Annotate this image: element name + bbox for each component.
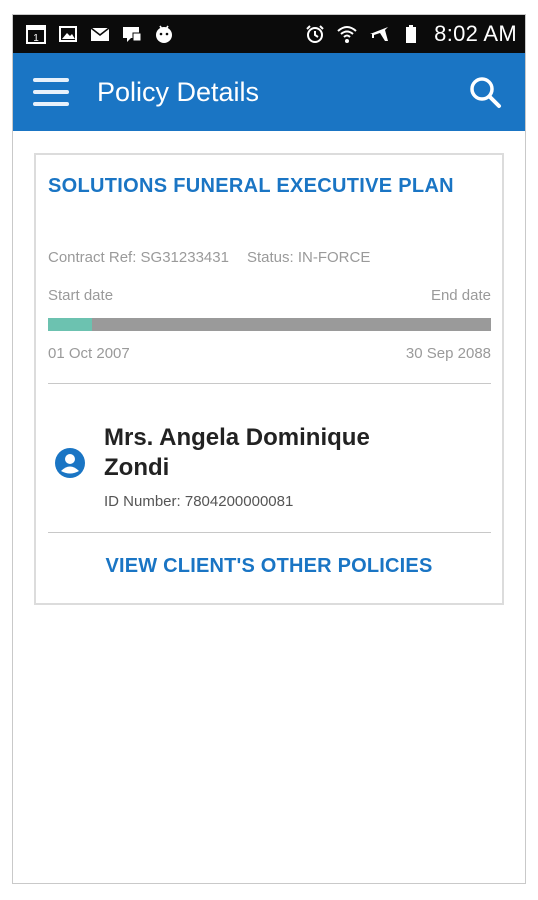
calendar-icon: 1 (25, 23, 47, 45)
end-date-label: End date (430, 287, 491, 304)
status-bar: 1 8:02 AM (13, 15, 525, 53)
svg-text:1: 1 (33, 33, 39, 44)
airplane-mode-icon (368, 23, 390, 45)
view-other-policies-button[interactable]: VIEW CLIENT'S OTHER POLICIES (36, 555, 502, 578)
contract-ref: Contract Ref: SG31233431 (48, 249, 229, 266)
plan-name: SOLUTIONS FUNERAL EXECUTIVE PLAN (48, 175, 454, 197)
phone-screen: 1 8:02 AM Policy Details SOLUTIONS FUNER… (12, 14, 526, 884)
client-id: ID Number: 7804200000081 (104, 493, 293, 510)
system-icons: 8:02 AM (304, 21, 517, 47)
status-value: IN-FORCE (297, 249, 371, 266)
policy-term-progress (48, 318, 491, 331)
client-name: Mrs. Angela Dominique Zondi (104, 424, 370, 481)
notification-icons: 1 (25, 23, 175, 45)
menu-icon[interactable] (33, 78, 69, 106)
date-values: 01 Oct 2007 30 Sep 2088 (48, 345, 491, 362)
policy-card: SOLUTIONS FUNERAL EXECUTIVE PLAN Contrac… (34, 153, 504, 605)
client-id-label: ID Number: (104, 493, 181, 510)
end-date: 30 Sep 2088 (405, 345, 491, 362)
page-title: Policy Details (97, 76, 260, 107)
alarm-icon (304, 23, 326, 45)
policy-term-progress-fill (48, 318, 93, 331)
date-labels: Start date End date (48, 287, 491, 304)
clock: 8:02 AM (434, 21, 517, 46)
gallery-icon (57, 23, 79, 45)
contract-info: Contract Ref: SG31233431 Status: IN-FORC… (48, 249, 370, 266)
divider (48, 383, 491, 384)
messages-icon (121, 23, 143, 45)
status-label: Status: (246, 249, 294, 266)
contract-ref-label: Contract Ref: (48, 249, 137, 266)
start-date-label: Start date (48, 287, 114, 304)
mail-icon (89, 23, 111, 45)
account-circle-icon (54, 447, 86, 479)
policy-status: Status: IN-FORCE (247, 249, 370, 266)
divider (48, 532, 491, 533)
start-date: 01 Oct 2007 (48, 345, 130, 362)
wifi-icon (336, 23, 358, 45)
search-icon[interactable] (465, 72, 505, 112)
client-id-number: 7804200000081 (184, 493, 294, 510)
android-icon (153, 23, 175, 45)
app-bar: Policy Details (13, 53, 525, 131)
contract-ref-value: SG31233431 (140, 249, 229, 266)
battery-icon (400, 23, 422, 45)
